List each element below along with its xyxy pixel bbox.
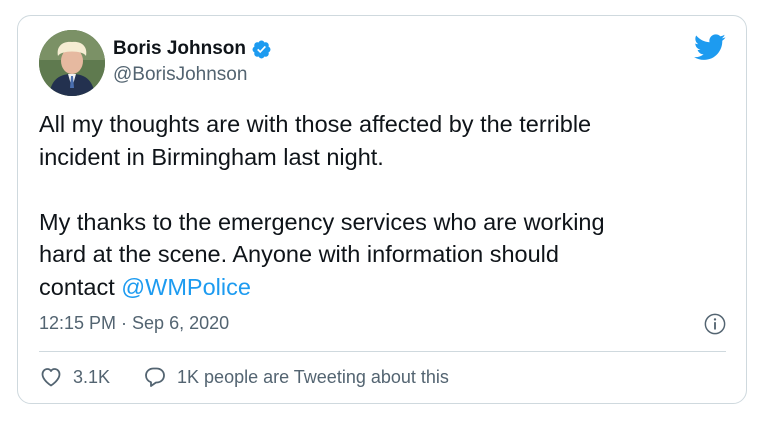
- twitter-bird-icon[interactable]: [694, 34, 726, 61]
- avatar-image: [39, 30, 105, 96]
- conversation-label: 1K people are Tweeting about this: [177, 366, 449, 387]
- conversation-button[interactable]: 1K people are Tweeting about this: [143, 365, 449, 389]
- info-icon[interactable]: [704, 313, 726, 335]
- author-handle[interactable]: @BorisJohnson: [113, 64, 247, 86]
- tweet-actions: 3.1K 1K people are Tweeting about this: [39, 365, 449, 389]
- author-name-row[interactable]: Boris Johnson: [113, 38, 272, 60]
- tweet-card[interactable]: Boris Johnson @BorisJohnson All my thoug…: [17, 15, 747, 404]
- heart-icon: [41, 368, 61, 387]
- speech-bubble-icon: [145, 367, 165, 387]
- tweet-paragraph-1: All my thoughts are with those affected …: [39, 111, 592, 170]
- like-count: 3.1K: [73, 366, 111, 387]
- tweet-timestamp[interactable]: 12:15 PM · Sep 6, 2020: [39, 313, 229, 334]
- divider: [39, 351, 726, 352]
- avatar[interactable]: [39, 30, 105, 96]
- mention-link[interactable]: @WMPolice: [121, 274, 251, 300]
- tweet-text: All my thoughts are with those affected …: [39, 108, 729, 303]
- verified-badge-icon: [252, 40, 271, 58]
- display-name[interactable]: Boris Johnson: [113, 38, 246, 60]
- like-button[interactable]: 3.1K: [39, 365, 110, 389]
